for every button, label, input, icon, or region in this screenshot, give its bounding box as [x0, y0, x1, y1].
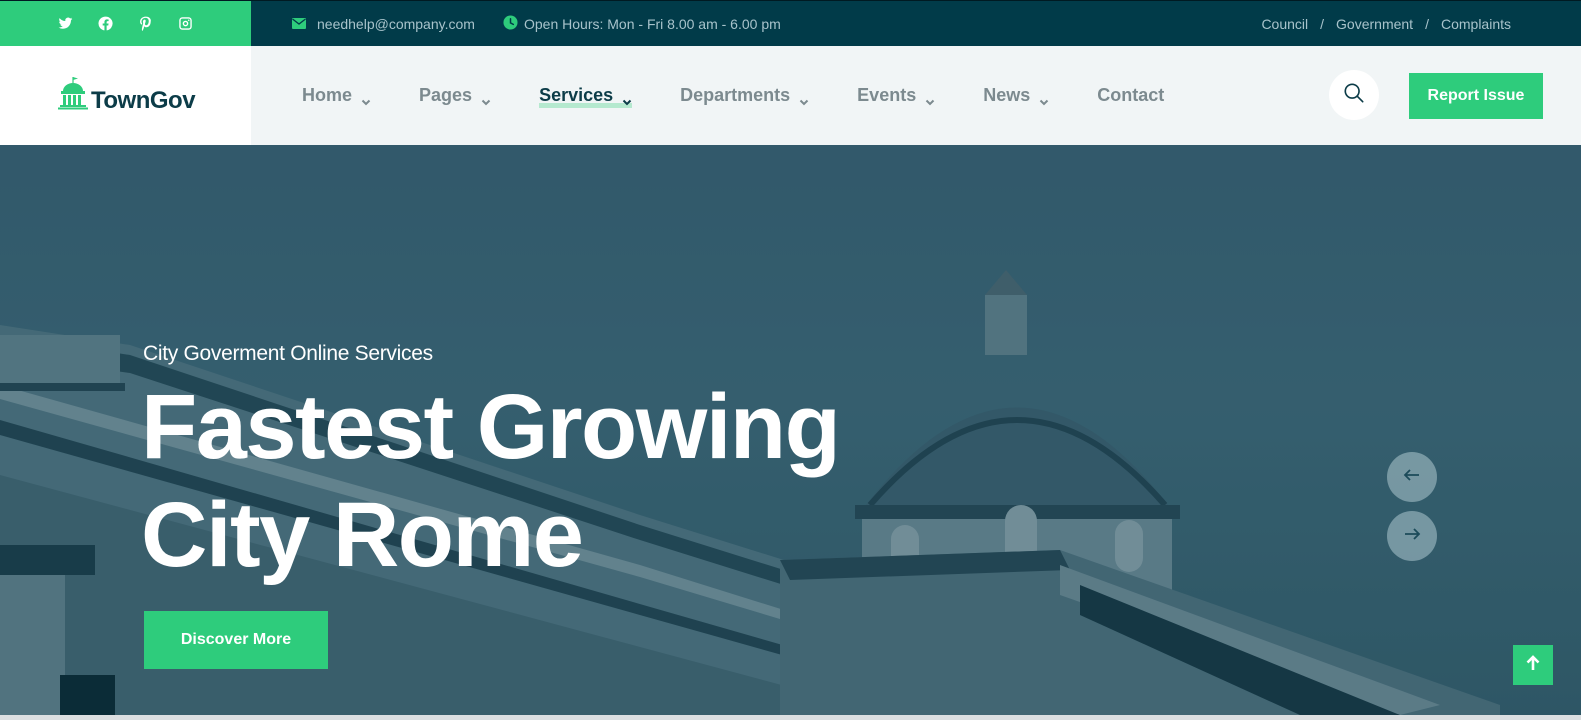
logo-text: TownGov	[91, 86, 196, 114]
pinterest-icon[interactable]	[137, 15, 155, 33]
chevron-down-icon	[799, 91, 809, 105]
contact-email: needhelp@company.com	[292, 1, 475, 46]
clock-icon	[503, 14, 518, 33]
nav-item-home[interactable]: Home	[302, 85, 371, 106]
nav-item-contact[interactable]: Contact	[1097, 85, 1164, 106]
report-issue-button[interactable]: Report Issue	[1409, 73, 1543, 119]
instagram-icon[interactable]	[177, 15, 195, 33]
envelope-icon	[292, 16, 306, 32]
arrow-left-icon	[1403, 466, 1421, 489]
hero-title-line-2: City Rome	[141, 484, 584, 586]
nav-label: Events	[857, 85, 917, 105]
nav-item-events[interactable]: Events	[857, 85, 935, 106]
top-link-council[interactable]: Council	[1261, 16, 1308, 32]
slider-next-button[interactable]	[1387, 511, 1437, 561]
hero-slider: City Goverment Online Services Fastest G…	[0, 145, 1581, 715]
nav-label: Pages	[419, 85, 473, 105]
search-button[interactable]	[1329, 70, 1379, 120]
hero-subtitle: City Goverment Online Services	[143, 342, 433, 365]
nav-label: Contact	[1097, 85, 1165, 105]
chevron-down-icon	[1039, 91, 1049, 105]
slider-prev-button[interactable]	[1387, 452, 1437, 502]
nav-item-news[interactable]: News	[983, 85, 1049, 106]
link-separator: /	[1425, 15, 1429, 32]
nav-label: Home	[302, 85, 353, 105]
arrow-up-icon	[1525, 654, 1541, 676]
main-header: TownGov Home Pages Services Departments …	[0, 46, 1581, 145]
link-separator: /	[1320, 15, 1325, 32]
nav-label: Departments	[680, 85, 791, 105]
capitol-building-icon	[57, 76, 89, 115]
top-link-government[interactable]: Government	[1336, 16, 1413, 32]
top-link-complaints[interactable]: Complaints	[1441, 16, 1511, 32]
hero-title: Fastest Growing City Rome	[141, 373, 841, 589]
search-icon	[1343, 82, 1365, 109]
open-hours-text: Open Hours: Mon - Fri 8.00 am - 6.00 pm	[524, 15, 781, 32]
nav-item-services[interactable]: Services	[539, 85, 633, 108]
chevron-down-icon	[622, 91, 632, 105]
open-hours: Open Hours: Mon - Fri 8.00 am - 6.00 pm	[503, 1, 781, 46]
nav-item-departments[interactable]: Departments	[680, 85, 809, 106]
chevron-down-icon	[925, 91, 935, 105]
logo[interactable]: TownGov	[0, 46, 251, 145]
social-links	[0, 1, 251, 46]
nav-item-pages[interactable]: Pages	[419, 85, 491, 106]
facebook-icon[interactable]	[97, 15, 115, 33]
chevron-down-icon	[481, 91, 491, 105]
twitter-icon[interactable]	[57, 15, 75, 33]
nav-label: Services	[539, 85, 614, 105]
email-link[interactable]: needhelp@company.com	[317, 16, 475, 32]
nav-label: News	[983, 85, 1031, 105]
main-nav: Home Pages Services Departments Events N…	[302, 46, 1212, 145]
chevron-down-icon	[361, 91, 371, 105]
discover-more-button[interactable]: Discover More	[144, 611, 328, 669]
top-bar: needhelp@company.com Open Hours: Mon - F…	[0, 0, 1581, 46]
hero-title-line-1: Fastest Growing	[141, 376, 841, 478]
back-to-top-button[interactable]	[1513, 645, 1553, 685]
top-links: Council / Government / Complaints	[1261, 1, 1511, 46]
arrow-right-icon	[1403, 525, 1421, 548]
